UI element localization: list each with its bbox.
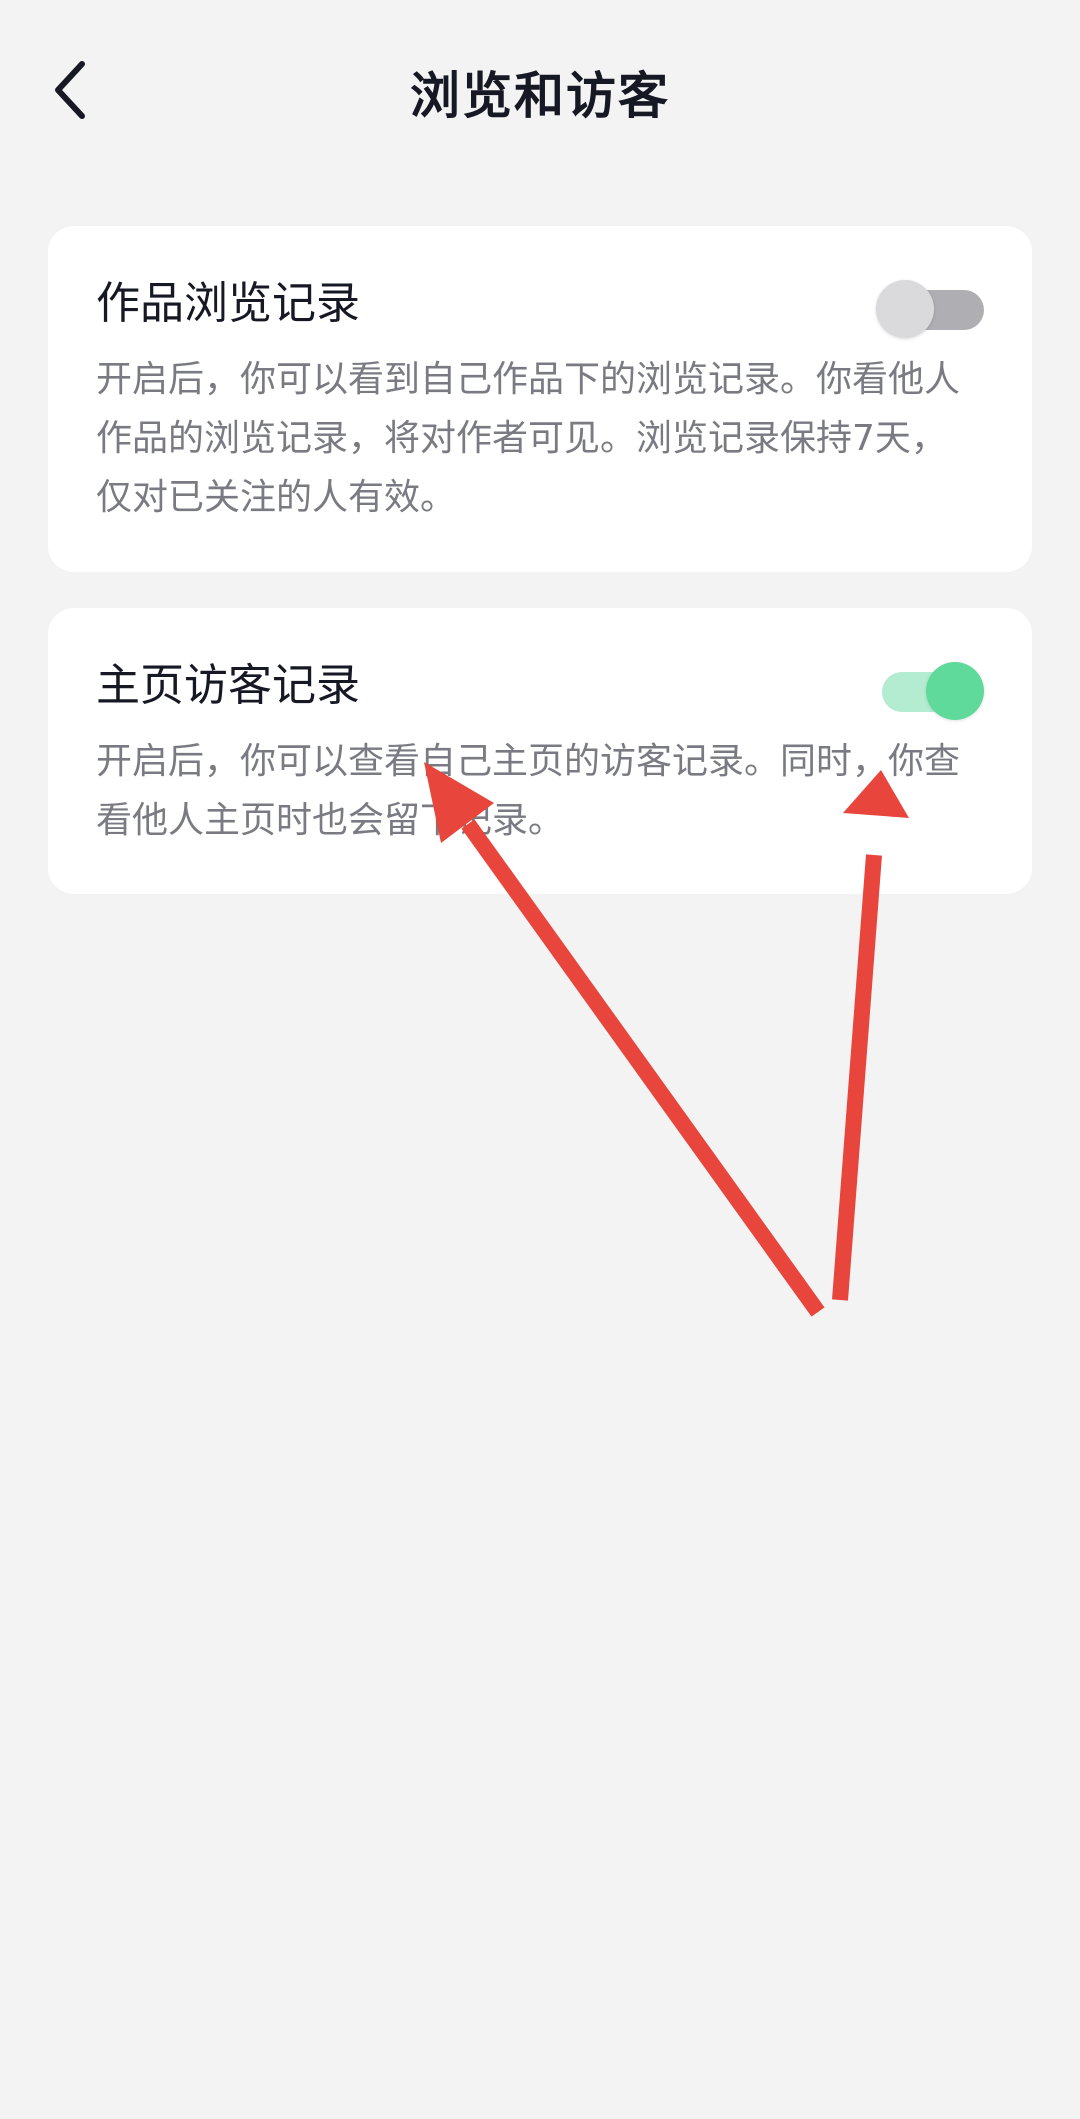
toggle-knob	[876, 280, 934, 338]
toggle-knob	[926, 662, 984, 720]
works-browse-history-description: 开启后，你可以看到自己作品下的浏览记录。你看他人作品的浏览记录，将对作者可见。浏…	[96, 359, 961, 518]
page-title: 浏览和访客	[410, 67, 670, 125]
profile-visitor-history-title: 主页访客记录	[96, 660, 360, 711]
works-browse-history-card: 作品浏览记录 开启后，你可以看到自己作品下的浏览记录。你看他人作品的浏览记录，将…	[48, 226, 1032, 572]
navigation-bar: 浏览和访客	[0, 0, 1080, 180]
works-browse-history-toggle[interactable]	[876, 280, 984, 338]
works-browse-history-title: 作品浏览记录	[96, 278, 360, 329]
profile-visitor-history-toggle[interactable]	[876, 662, 984, 720]
profile-visitor-history-description: 开启后，你可以查看自己主页的访客记录。同时，你查看他人主页时也会留下记录。	[96, 741, 961, 841]
profile-visitor-history-card: 主页访客记录 开启后，你可以查看自己主页的访客记录。同时，你查看他人主页时也会留…	[48, 608, 1032, 894]
